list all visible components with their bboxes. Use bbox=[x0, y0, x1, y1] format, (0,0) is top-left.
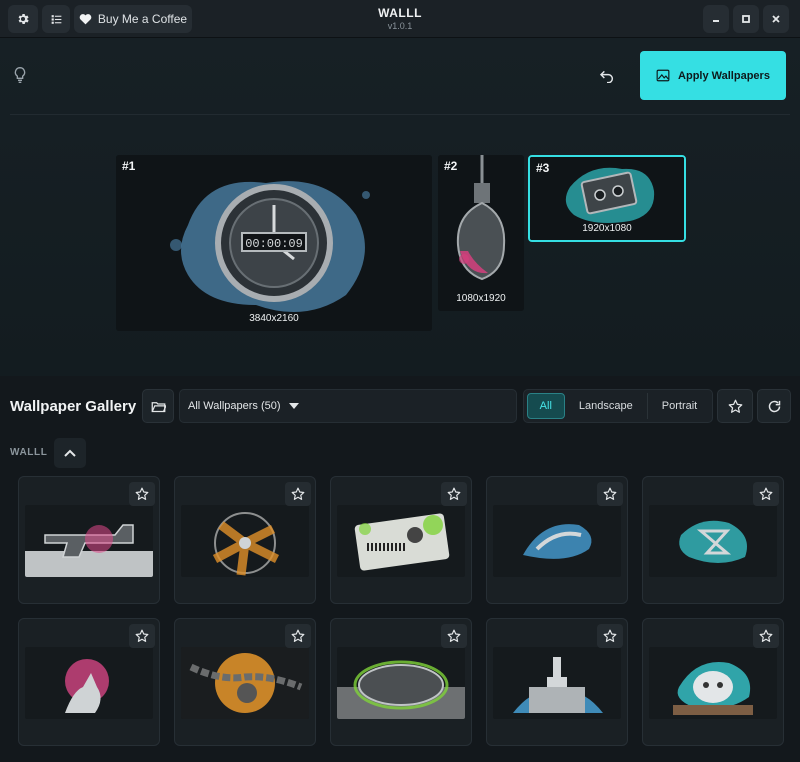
monitor-preview-area: Apply Wallpapers 00:00:09 #1 3840x2160 #… bbox=[0, 38, 800, 376]
wallpaper-card[interactable] bbox=[486, 476, 628, 604]
collapse-section-button[interactable] bbox=[54, 438, 86, 468]
settings-button[interactable] bbox=[8, 5, 38, 33]
star-icon bbox=[759, 487, 773, 501]
monitor-1-wallpaper: 00:00:09 bbox=[116, 155, 432, 331]
wallpaper-thumbnail bbox=[337, 647, 465, 719]
maximize-icon bbox=[742, 15, 750, 23]
wallpaper-card[interactable] bbox=[642, 618, 784, 746]
open-folder-button[interactable] bbox=[142, 389, 174, 423]
wallpaper-card[interactable] bbox=[174, 476, 316, 604]
star-icon bbox=[603, 629, 617, 643]
wallpaper-thumbnail bbox=[181, 647, 309, 719]
star-icon bbox=[447, 629, 461, 643]
wallpaper-thumbnail bbox=[25, 647, 153, 719]
section-label: WALLL bbox=[10, 447, 48, 458]
wallpaper-card[interactable] bbox=[18, 618, 160, 746]
monitor-2-wallpaper bbox=[438, 155, 524, 311]
list-icon bbox=[51, 14, 61, 24]
star-icon bbox=[135, 487, 149, 501]
favorite-button[interactable] bbox=[597, 482, 623, 506]
monitor-number: #1 bbox=[122, 159, 136, 173]
undo-icon bbox=[599, 70, 614, 83]
favorite-button[interactable] bbox=[441, 482, 467, 506]
app-version: v1.0.1 bbox=[387, 21, 413, 31]
wallpaper-thumbnail bbox=[493, 647, 621, 719]
caret-down-icon bbox=[288, 403, 299, 409]
filter-separator bbox=[647, 393, 649, 419]
chevron-up-icon bbox=[64, 449, 76, 457]
wallpaper-thumbnail bbox=[181, 505, 309, 577]
favorite-button[interactable] bbox=[285, 482, 311, 506]
close-button[interactable] bbox=[763, 5, 789, 33]
wallpaper-thumbnail bbox=[649, 647, 777, 719]
close-icon bbox=[772, 15, 780, 23]
wallpaper-thumbnail bbox=[337, 505, 465, 577]
monitor-resolution: 1080x1920 bbox=[456, 293, 506, 304]
star-icon bbox=[135, 629, 149, 643]
wallpaper-card[interactable] bbox=[330, 476, 472, 604]
wallpaper-thumbnail bbox=[649, 505, 777, 577]
refresh-button[interactable] bbox=[757, 389, 791, 423]
star-icon bbox=[603, 487, 617, 501]
wallpaper-filter-dropdown[interactable]: All Wallpapers (50) bbox=[179, 389, 517, 423]
coffee-label: Buy Me a Coffee bbox=[97, 12, 188, 26]
wallpaper-card[interactable] bbox=[330, 618, 472, 746]
list-view-button[interactable] bbox=[42, 5, 70, 33]
favorite-button[interactable] bbox=[285, 624, 311, 648]
wallpaper-card[interactable] bbox=[174, 618, 316, 746]
monitor-2[interactable]: #2 1080x1920 bbox=[438, 155, 524, 311]
gear-icon bbox=[18, 13, 29, 25]
apply-label: Apply Wallpapers bbox=[678, 69, 770, 82]
filter-all[interactable]: All bbox=[527, 393, 565, 419]
app-title: WALLL bbox=[378, 6, 422, 20]
favorite-button[interactable] bbox=[129, 624, 155, 648]
star-icon bbox=[728, 399, 742, 413]
app-title-block: WALLL v1.0.1 bbox=[300, 6, 500, 31]
orientation-filter: All Landscape Portrait bbox=[523, 389, 713, 423]
wallpaper-card[interactable] bbox=[642, 476, 784, 604]
gallery-title: Wallpaper Gallery bbox=[10, 398, 137, 415]
monitor-resolution: 1920x1080 bbox=[582, 223, 632, 234]
lightbulb-icon[interactable] bbox=[12, 66, 28, 89]
filter-portrait[interactable]: Portrait bbox=[650, 393, 709, 419]
favorite-button[interactable] bbox=[753, 624, 779, 648]
monitor-3[interactable]: #3 1920x1080 bbox=[528, 155, 686, 242]
apply-wallpapers-button[interactable]: Apply Wallpapers bbox=[640, 51, 786, 100]
favorite-button[interactable] bbox=[753, 482, 779, 506]
favorites-button[interactable] bbox=[717, 389, 753, 423]
divider bbox=[10, 114, 790, 115]
star-icon bbox=[447, 487, 461, 501]
minimize-icon bbox=[713, 20, 719, 22]
star-icon bbox=[759, 629, 773, 643]
heart-icon bbox=[79, 14, 92, 25]
svg-text:00:00:09: 00:00:09 bbox=[245, 237, 303, 251]
image-icon bbox=[656, 69, 670, 82]
favorite-button[interactable] bbox=[441, 624, 467, 648]
title-bar: Buy Me a Coffee WALLL v1.0.1 bbox=[0, 0, 800, 38]
favorite-button[interactable] bbox=[129, 482, 155, 506]
star-icon bbox=[291, 487, 305, 501]
favorite-button[interactable] bbox=[597, 624, 623, 648]
monitor-number: #2 bbox=[444, 159, 458, 173]
folder-icon bbox=[151, 401, 166, 412]
undo-button[interactable] bbox=[596, 65, 618, 87]
minimize-button[interactable] bbox=[703, 5, 729, 33]
wallpaper-thumbnail bbox=[25, 505, 153, 577]
dropdown-value: All Wallpapers (50) bbox=[188, 400, 281, 412]
wallpaper-card[interactable] bbox=[486, 618, 628, 746]
monitor-1[interactable]: 00:00:09 #1 3840x2160 bbox=[116, 155, 432, 331]
monitor-number: #3 bbox=[536, 161, 550, 175]
wallpaper-thumbnail bbox=[493, 505, 621, 577]
star-icon bbox=[291, 629, 305, 643]
buy-me-a-coffee-button[interactable]: Buy Me a Coffee bbox=[74, 5, 192, 33]
wallpaper-card[interactable] bbox=[18, 476, 160, 604]
maximize-button[interactable] bbox=[733, 5, 759, 33]
refresh-icon bbox=[768, 400, 780, 412]
monitor-resolution: 3840x2160 bbox=[249, 313, 299, 324]
filter-landscape[interactable]: Landscape bbox=[567, 393, 645, 419]
